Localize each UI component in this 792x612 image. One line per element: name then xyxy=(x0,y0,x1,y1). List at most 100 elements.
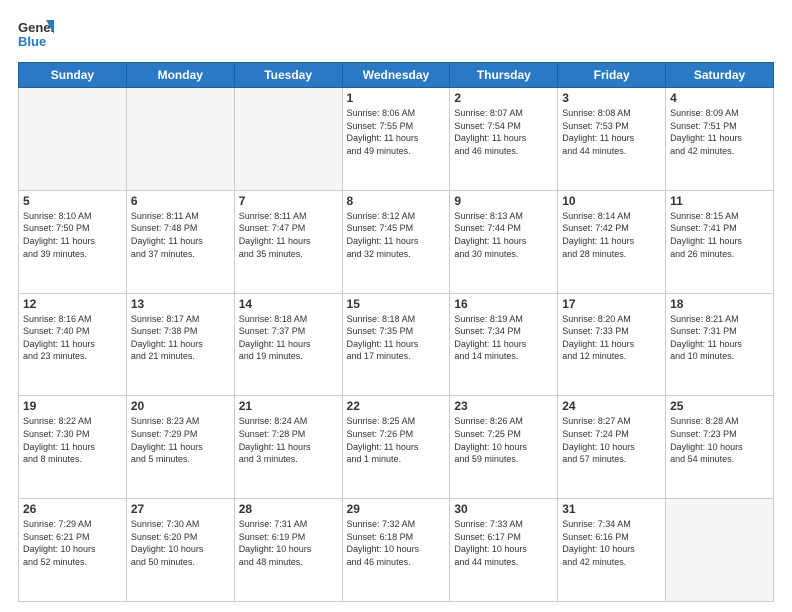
svg-text:Blue: Blue xyxy=(18,34,46,49)
day-number: 25 xyxy=(670,399,769,413)
day-info: Sunrise: 8:27 AM Sunset: 7:24 PM Dayligh… xyxy=(562,415,661,465)
day-info: Sunrise: 7:33 AM Sunset: 6:17 PM Dayligh… xyxy=(454,518,553,568)
day-info: Sunrise: 8:21 AM Sunset: 7:31 PM Dayligh… xyxy=(670,313,769,363)
day-cell: 9 Sunrise: 8:13 AM Sunset: 7:44 PM Daylig… xyxy=(450,190,558,293)
day-info: Sunrise: 8:06 AM Sunset: 7:55 PM Dayligh… xyxy=(347,107,446,157)
day-cell xyxy=(19,88,127,191)
day-number: 18 xyxy=(670,297,769,311)
day-cell xyxy=(234,88,342,191)
day-number: 22 xyxy=(347,399,446,413)
day-cell: 19 Sunrise: 8:22 AM Sunset: 7:30 PM Dayli… xyxy=(19,396,127,499)
day-number: 26 xyxy=(23,502,122,516)
header: General Blue xyxy=(18,16,774,52)
day-info: Sunrise: 8:11 AM Sunset: 7:47 PM Dayligh… xyxy=(239,210,338,260)
day-info: Sunrise: 8:17 AM Sunset: 7:38 PM Dayligh… xyxy=(131,313,230,363)
page: General Blue SundayMondayTuesdayWednesda… xyxy=(0,0,792,612)
weekday-header-row: SundayMondayTuesdayWednesdayThursdayFrid… xyxy=(19,63,774,88)
weekday-tuesday: Tuesday xyxy=(234,63,342,88)
day-info: Sunrise: 8:18 AM Sunset: 7:37 PM Dayligh… xyxy=(239,313,338,363)
day-cell: 17Sunrise: 8:20 AM Sunset: 7:33 PM Dayli… xyxy=(558,293,666,396)
day-info: Sunrise: 8:15 AM Sunset: 7:41 PM Dayligh… xyxy=(670,210,769,260)
day-number: 21 xyxy=(239,399,338,413)
logo-icon: General Blue xyxy=(18,16,54,52)
day-cell: 2 Sunrise: 8:07 AM Sunset: 7:54 PM Daylig… xyxy=(450,88,558,191)
day-info: Sunrise: 8:08 AM Sunset: 7:53 PM Dayligh… xyxy=(562,107,661,157)
day-cell: 11Sunrise: 8:15 AM Sunset: 7:41 PM Dayli… xyxy=(666,190,774,293)
day-info: Sunrise: 8:10 AM Sunset: 7:50 PM Dayligh… xyxy=(23,210,122,260)
week-row-5: 26 Sunrise: 7:29 AM Sunset: 6:21 PM Dayli… xyxy=(19,499,774,602)
day-cell: 22 Sunrise: 8:25 AM Sunset: 7:26 PM Dayli… xyxy=(342,396,450,499)
day-cell: 23Sunrise: 8:26 AM Sunset: 7:25 PM Dayli… xyxy=(450,396,558,499)
day-cell: 25Sunrise: 8:28 AM Sunset: 7:23 PM Dayli… xyxy=(666,396,774,499)
day-number: 14 xyxy=(239,297,338,311)
weekday-saturday: Saturday xyxy=(666,63,774,88)
day-number: 28 xyxy=(239,502,338,516)
day-info: Sunrise: 7:29 AM Sunset: 6:21 PM Dayligh… xyxy=(23,518,122,568)
day-cell: 26 Sunrise: 7:29 AM Sunset: 6:21 PM Dayli… xyxy=(19,499,127,602)
day-number: 20 xyxy=(131,399,230,413)
day-cell: 31 Sunrise: 7:34 AM Sunset: 6:16 PM Dayli… xyxy=(558,499,666,602)
day-number: 2 xyxy=(454,91,553,105)
day-info: Sunrise: 8:13 AM Sunset: 7:44 PM Dayligh… xyxy=(454,210,553,260)
day-cell: 8 Sunrise: 8:12 AM Sunset: 7:45 PM Daylig… xyxy=(342,190,450,293)
day-number: 31 xyxy=(562,502,661,516)
day-info: Sunrise: 7:34 AM Sunset: 6:16 PM Dayligh… xyxy=(562,518,661,568)
day-number: 8 xyxy=(347,194,446,208)
week-row-1: 1 Sunrise: 8:06 AM Sunset: 7:55 PM Daylig… xyxy=(19,88,774,191)
day-number: 13 xyxy=(131,297,230,311)
day-cell: 16 Sunrise: 8:19 AM Sunset: 7:34 PM Dayli… xyxy=(450,293,558,396)
day-number: 10 xyxy=(562,194,661,208)
day-cell: 5Sunrise: 8:10 AM Sunset: 7:50 PM Daylig… xyxy=(19,190,127,293)
day-cell: 28 Sunrise: 7:31 AM Sunset: 6:19 PM Dayli… xyxy=(234,499,342,602)
day-cell: 15 Sunrise: 8:18 AM Sunset: 7:35 PM Dayli… xyxy=(342,293,450,396)
day-cell: 18 Sunrise: 8:21 AM Sunset: 7:31 PM Dayli… xyxy=(666,293,774,396)
day-info: Sunrise: 8:23 AM Sunset: 7:29 PM Dayligh… xyxy=(131,415,230,465)
day-info: Sunrise: 8:14 AM Sunset: 7:42 PM Dayligh… xyxy=(562,210,661,260)
day-cell: 20 Sunrise: 8:23 AM Sunset: 7:29 PM Dayli… xyxy=(126,396,234,499)
day-number: 24 xyxy=(562,399,661,413)
day-cell: 7 Sunrise: 8:11 AM Sunset: 7:47 PM Daylig… xyxy=(234,190,342,293)
day-number: 19 xyxy=(23,399,122,413)
day-number: 4 xyxy=(670,91,769,105)
day-cell xyxy=(666,499,774,602)
day-cell: 14 Sunrise: 8:18 AM Sunset: 7:37 PM Dayli… xyxy=(234,293,342,396)
day-number: 16 xyxy=(454,297,553,311)
weekday-thursday: Thursday xyxy=(450,63,558,88)
day-info: Sunrise: 8:25 AM Sunset: 7:26 PM Dayligh… xyxy=(347,415,446,465)
day-cell: 13 Sunrise: 8:17 AM Sunset: 7:38 PM Dayli… xyxy=(126,293,234,396)
day-info: Sunrise: 8:19 AM Sunset: 7:34 PM Dayligh… xyxy=(454,313,553,363)
day-info: Sunrise: 8:12 AM Sunset: 7:45 PM Dayligh… xyxy=(347,210,446,260)
day-info: Sunrise: 8:11 AM Sunset: 7:48 PM Dayligh… xyxy=(131,210,230,260)
day-number: 27 xyxy=(131,502,230,516)
day-cell: 30Sunrise: 7:33 AM Sunset: 6:17 PM Dayli… xyxy=(450,499,558,602)
week-row-4: 19 Sunrise: 8:22 AM Sunset: 7:30 PM Dayli… xyxy=(19,396,774,499)
day-number: 17 xyxy=(562,297,661,311)
day-cell: 10 Sunrise: 8:14 AM Sunset: 7:42 PM Dayli… xyxy=(558,190,666,293)
day-number: 6 xyxy=(131,194,230,208)
day-info: Sunrise: 8:22 AM Sunset: 7:30 PM Dayligh… xyxy=(23,415,122,465)
calendar: SundayMondayTuesdayWednesdayThursdayFrid… xyxy=(18,62,774,602)
day-number: 29 xyxy=(347,502,446,516)
day-info: Sunrise: 8:24 AM Sunset: 7:28 PM Dayligh… xyxy=(239,415,338,465)
day-cell: 27 Sunrise: 7:30 AM Sunset: 6:20 PM Dayli… xyxy=(126,499,234,602)
day-number: 3 xyxy=(562,91,661,105)
day-number: 1 xyxy=(347,91,446,105)
day-number: 15 xyxy=(347,297,446,311)
day-info: Sunrise: 7:30 AM Sunset: 6:20 PM Dayligh… xyxy=(131,518,230,568)
day-cell: 6 Sunrise: 8:11 AM Sunset: 7:48 PM Daylig… xyxy=(126,190,234,293)
day-info: Sunrise: 7:32 AM Sunset: 6:18 PM Dayligh… xyxy=(347,518,446,568)
day-cell: 29 Sunrise: 7:32 AM Sunset: 6:18 PM Dayli… xyxy=(342,499,450,602)
day-info: Sunrise: 8:18 AM Sunset: 7:35 PM Dayligh… xyxy=(347,313,446,363)
weekday-wednesday: Wednesday xyxy=(342,63,450,88)
day-number: 9 xyxy=(454,194,553,208)
weekday-monday: Monday xyxy=(126,63,234,88)
day-number: 7 xyxy=(239,194,338,208)
day-info: Sunrise: 8:07 AM Sunset: 7:54 PM Dayligh… xyxy=(454,107,553,157)
day-number: 23 xyxy=(454,399,553,413)
day-cell: 4Sunrise: 8:09 AM Sunset: 7:51 PM Daylig… xyxy=(666,88,774,191)
weekday-friday: Friday xyxy=(558,63,666,88)
weekday-sunday: Sunday xyxy=(19,63,127,88)
day-cell: 24 Sunrise: 8:27 AM Sunset: 7:24 PM Dayli… xyxy=(558,396,666,499)
day-info: Sunrise: 7:31 AM Sunset: 6:19 PM Dayligh… xyxy=(239,518,338,568)
day-info: Sunrise: 8:16 AM Sunset: 7:40 PM Dayligh… xyxy=(23,313,122,363)
